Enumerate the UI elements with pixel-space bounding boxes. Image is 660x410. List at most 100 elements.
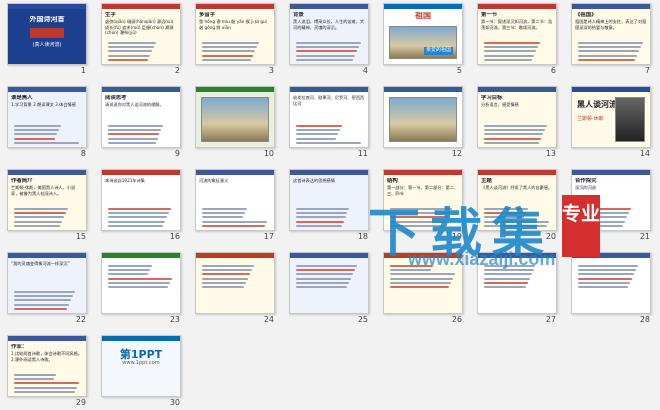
slide-text: 兰斯顿·休斯，美国黑人诗人，小说家，被誉为黑人桂冠诗人。 (11, 185, 76, 196)
text-line (578, 224, 623, 227)
slide-header-bar (8, 87, 86, 92)
text-line (108, 212, 169, 215)
slide-thumbnail[interactable]: 主题 《黑人谈河流》抒发了黑人的自豪感。 (477, 169, 557, 231)
slide-number: 16 (169, 232, 180, 241)
slide-thumbnail-cell: “我的灵魂变得像河流一样深沉” 22 (5, 252, 89, 330)
slide-thumbnail[interactable]: 作者简介 兰斯顿·休斯，美国黑人诗人，小说家，被誉为黑人桂冠诗人。 (7, 169, 87, 231)
slide-text: “我的灵魂变得像河流一样深沉” (11, 261, 70, 266)
text-line (296, 50, 358, 53)
slide-thumbnail[interactable] (383, 86, 463, 148)
text-line (578, 273, 635, 276)
slide-thumbnail[interactable]: 《祖国》 祖国是诗人精神上的支柱，表达了对祖国深深的热爱与敬意。 (571, 3, 651, 65)
text-line (296, 129, 341, 132)
slide-title: 谁是黑人 (11, 95, 33, 101)
slide-thumbnail-cell: 生字 虚弥(qiān) 瑞丽(hǎnqiān) 源远(sù) 成长(fǔ) 追求(… (99, 3, 183, 81)
slide-logo-url: www.1ppt.com (122, 359, 160, 366)
text-line (202, 224, 266, 227)
text-line (578, 46, 641, 49)
slide-thumbnail-cell: 黑人谈河流 兰斯顿·休斯 14 (569, 86, 653, 164)
slide-thumbnail-cell: 河流的象征意义 17 (193, 169, 277, 247)
slide-thumbnail[interactable]: 结构 第一部分：第一节，第二部分：第二、三、四节 (383, 169, 463, 231)
slide-content: 阅读思考 请说说你对黑人谈河流的理解。 (105, 95, 177, 144)
text-line (390, 277, 454, 280)
text-line (484, 208, 529, 210)
slide-header-bar (102, 4, 180, 9)
slide-thumbnail-cell: 学习目标 分析语言，感受情感 13 (475, 86, 559, 164)
slide-number: 13 (545, 149, 556, 158)
slide-thumbnail[interactable]: 本诗选自1921年诗集 (101, 169, 181, 231)
slide-text: 请说说你对黑人谈河流的理解。 (105, 102, 164, 107)
slide-thumbnail-cell: 第一节 第一节：叙述深沉如河流，第二节：浩荡如河流，第三节：歌颂河流。 6 (475, 3, 559, 81)
text-line (108, 137, 158, 140)
text-line (108, 50, 153, 53)
slide-text: 《黑人谈河流》抒发了黑人的自豪感。 (481, 185, 553, 190)
text-line (578, 54, 637, 57)
text-line (296, 273, 353, 276)
slide-thumbnail[interactable]: 合作探究 深沉的河流 (571, 169, 651, 231)
slide-thumbnail[interactable] (571, 252, 651, 314)
slide-content (575, 261, 647, 310)
slide-text-lines (296, 125, 362, 144)
slide-title: 第一节 (481, 12, 498, 18)
text-line (296, 285, 347, 288)
text-line (108, 220, 165, 223)
slide-number: 21 (639, 232, 650, 241)
text-line (390, 269, 431, 272)
slide-title: 黑人谈河流 (577, 100, 617, 109)
slide-thumbnail[interactable]: 谁是黑人 1.学习背景 2.朗读课文 3.体会情感 (7, 86, 87, 148)
slide-thumbnail[interactable] (383, 252, 463, 314)
slide-title-banner (30, 28, 64, 38)
text-line (202, 269, 253, 272)
slide-thumbnail[interactable]: 河流的象征意义 (195, 169, 275, 231)
slide-thumbnail[interactable]: 多音字弦 hóng 谬 mǐu 殷 yān 锲 ji 纠 guǐ 谐 gǒng … (195, 3, 275, 65)
text-line (202, 46, 257, 49)
slide-thumbnail[interactable]: “我的灵魂变得像河流一样深沉” (7, 252, 87, 314)
slide-number: 28 (639, 315, 650, 324)
slide-thumbnail[interactable]: 黑人谈河流 兰斯顿·休斯 (571, 86, 651, 148)
slide-thumbnail[interactable] (101, 252, 181, 314)
text-line (14, 141, 80, 144)
slide-thumbnail[interactable]: 生字 虚弥(qiān) 瑞丽(hǎnqiān) 源远(sù) 成长(fǔ) 追求(… (101, 3, 181, 65)
slide-content: 第1PPT www.1ppt.com (105, 344, 177, 393)
slide-thumbnail[interactable]: 幼发拉底河、刚果河、尼罗河、密西西比河 (289, 86, 369, 148)
slide-header-bar (102, 170, 180, 175)
slide-number: 1 (80, 66, 86, 75)
slide-thumbnail[interactable]: 这首诗表达的思想感情 (289, 169, 369, 231)
text-line (484, 224, 547, 227)
slide-number: 7 (644, 66, 650, 75)
text-line (578, 208, 631, 210)
text-line (578, 42, 643, 44)
slide-text-lines (108, 208, 174, 227)
slide-text-lines (108, 265, 174, 290)
slide-photo-caption: 亲爱的祖国 (423, 47, 453, 55)
text-line (296, 216, 346, 219)
slide-thumbnail[interactable]: 祖国 亲爱的祖国 (383, 3, 463, 65)
slide-thumbnail[interactable] (195, 252, 275, 314)
slide-content: 祖国 亲爱的祖国 (387, 12, 459, 61)
slide-thumbnail[interactable]: 作业： 1.比较两首诗歌，体会诗歌不同风格。2.课外阅读黑人诗歌。 (7, 335, 87, 397)
slide-thumbnail[interactable]: 背景 黑人流泪，博采众长，人生的苦难，大河的精神，灵魂的深沉。 (289, 3, 369, 65)
slide-thumbnail[interactable]: 阅读思考 请说说你对黑人谈河流的理解。 (101, 86, 181, 148)
slide-thumbnail[interactable] (289, 252, 369, 314)
text-line (578, 50, 639, 53)
text-line (484, 125, 548, 127)
slide-thumbnail[interactable]: 学习目标 分析语言，感受情感 (477, 86, 557, 148)
slide-header-bar (102, 253, 180, 258)
slide-thumbnail[interactable]: 第一节 第一节：叙述深沉如河流，第二节：浩荡如河流，第三节：歌颂河流。 (477, 3, 557, 65)
text-line (296, 137, 337, 140)
slide-thumbnail[interactable] (195, 86, 275, 148)
slide-text: 第一部分：第一节，第二部分：第二、三、四节 (387, 185, 459, 196)
slide-thumbnail-cell: 27 (475, 252, 559, 330)
slide-thumbnail-cell: 幼发拉底河、刚果河、尼罗河、密西西比河 11 (287, 86, 371, 164)
slide-thumbnail[interactable]: 第1PPT www.1ppt.com (101, 335, 181, 397)
text-line (578, 220, 625, 223)
text-line (484, 273, 532, 276)
slide-thumbnail[interactable] (477, 252, 557, 314)
text-line (202, 273, 251, 276)
slide-title: 背景 (293, 12, 304, 18)
text-line (296, 58, 354, 61)
slide-header-bar (8, 4, 86, 9)
slide-thumbnail[interactable]: 外国诗河首 (真人读河流) (7, 3, 87, 65)
text-line (14, 299, 72, 302)
slide-content (387, 261, 459, 310)
